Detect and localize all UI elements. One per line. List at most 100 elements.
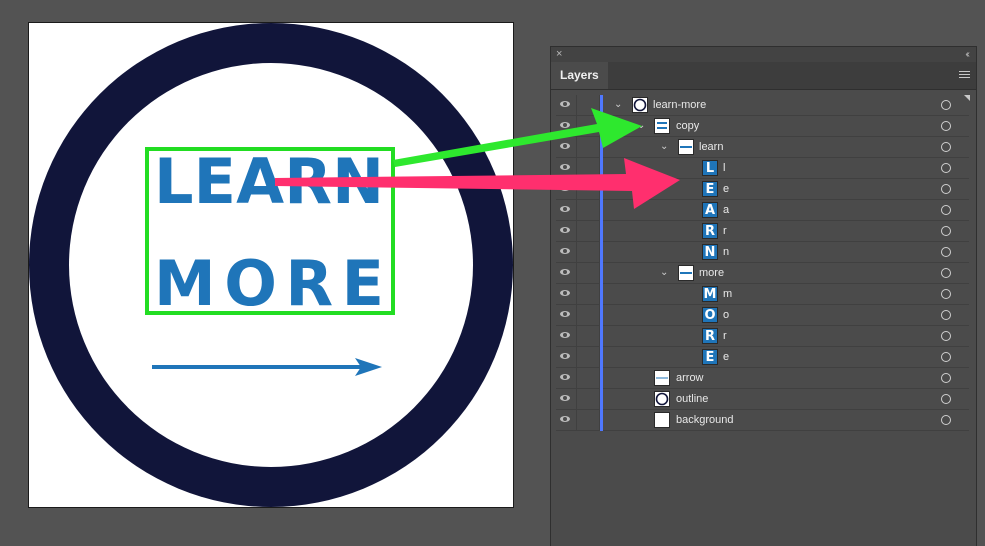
artboard-letter[interactable]: N: [332, 151, 384, 213]
layer-row-a[interactable]: Aa: [556, 200, 969, 221]
artboard-letter[interactable]: M: [154, 253, 216, 315]
visibility-toggle[interactable]: [556, 410, 577, 430]
lock-toggle[interactable]: [577, 116, 600, 136]
visibility-toggle[interactable]: [556, 305, 577, 325]
target-icon[interactable]: [941, 331, 951, 341]
layer-row-e[interactable]: Ee: [556, 347, 969, 368]
layer-row-l[interactable]: Ll: [556, 158, 969, 179]
visibility-toggle[interactable]: [556, 158, 577, 178]
lock-toggle[interactable]: [577, 221, 600, 241]
target-icon[interactable]: [941, 163, 951, 173]
visibility-toggle[interactable]: [556, 179, 577, 199]
visibility-toggle[interactable]: [556, 116, 577, 136]
lock-toggle[interactable]: [577, 179, 600, 199]
layer-thumbnail: [632, 97, 648, 113]
target-icon[interactable]: [941, 226, 951, 236]
target-icon[interactable]: [941, 142, 951, 152]
layer-color-bar: [600, 179, 603, 200]
target-icon[interactable]: [941, 184, 951, 194]
layer-name: learn-more: [653, 99, 707, 111]
layer-thumbnail: R: [702, 223, 718, 239]
eye-icon: [560, 311, 570, 317]
layer-row-learn-more[interactable]: ⌄ learn-more: [556, 95, 969, 116]
layer-row-copy[interactable]: ⌄ copy: [556, 116, 969, 137]
layer-row-r[interactable]: Rr: [556, 326, 969, 347]
target-icon[interactable]: [941, 205, 951, 215]
target-icon[interactable]: [941, 121, 951, 131]
visibility-toggle[interactable]: [556, 221, 577, 241]
lock-toggle[interactable]: [577, 368, 600, 388]
close-icon[interactable]: ×: [556, 47, 562, 62]
visibility-toggle[interactable]: [556, 368, 577, 388]
layer-name: learn: [699, 141, 724, 153]
target-icon[interactable]: [941, 352, 951, 362]
visibility-toggle[interactable]: [556, 95, 577, 115]
lock-toggle[interactable]: [577, 200, 600, 220]
chevron-down-icon[interactable]: ⌄: [660, 267, 668, 279]
visibility-toggle[interactable]: [556, 284, 577, 304]
layer-row-outline[interactable]: outline: [556, 389, 969, 410]
hamburger-icon[interactable]: [959, 71, 970, 80]
eye-icon: [560, 164, 570, 170]
artboard[interactable]: LEARN MORE: [28, 22, 514, 508]
artboard-letter[interactable]: O: [224, 253, 277, 315]
visibility-toggle[interactable]: [556, 326, 577, 346]
lock-toggle[interactable]: [577, 326, 600, 346]
layer-row-m[interactable]: Mm: [556, 284, 969, 305]
learn-word[interactable]: LEARN: [154, 151, 384, 213]
eye-icon: [560, 122, 570, 128]
eye-icon: [560, 185, 570, 191]
arrow-graphic[interactable]: [149, 356, 389, 378]
chevron-down-icon[interactable]: ⌄: [660, 141, 668, 153]
lock-toggle[interactable]: [577, 284, 600, 304]
target-icon[interactable]: [941, 268, 951, 278]
visibility-toggle[interactable]: [556, 137, 577, 157]
layer-name: r: [723, 225, 727, 237]
layer-row-more[interactable]: ⌄ more: [556, 263, 969, 284]
lock-toggle[interactable]: [577, 410, 600, 430]
lock-toggle[interactable]: [577, 158, 600, 178]
more-word[interactable]: MORE: [154, 253, 384, 315]
target-icon[interactable]: [941, 289, 951, 299]
artboard-letter[interactable]: L: [154, 151, 194, 213]
layer-row-background[interactable]: background: [556, 410, 969, 431]
eye-icon: [560, 206, 570, 212]
target-icon[interactable]: [941, 247, 951, 257]
lock-toggle[interactable]: [577, 263, 600, 283]
layer-color-bar: [600, 305, 603, 326]
layer-row-e[interactable]: Ee: [556, 179, 969, 200]
lock-toggle[interactable]: [577, 137, 600, 157]
lock-toggle[interactable]: [577, 95, 600, 115]
lock-toggle[interactable]: [577, 242, 600, 262]
lock-toggle[interactable]: [577, 347, 600, 367]
target-icon[interactable]: [941, 415, 951, 425]
collapse-icon[interactable]: ‹‹: [965, 47, 969, 62]
visibility-toggle[interactable]: [556, 200, 577, 220]
layer-row-learn[interactable]: ⌄ learn: [556, 137, 969, 158]
artboard-letter[interactable]: A: [236, 151, 284, 213]
layer-row-r[interactable]: Rr: [556, 221, 969, 242]
layer-color-bar: [600, 326, 603, 347]
artboard-letter[interactable]: E: [342, 253, 384, 315]
lock-toggle[interactable]: [577, 389, 600, 409]
layer-row-o[interactable]: Oo: [556, 305, 969, 326]
eye-icon: [560, 374, 570, 380]
visibility-toggle[interactable]: [556, 347, 577, 367]
layer-row-arrow[interactable]: arrow: [556, 368, 969, 389]
layer-row-n[interactable]: Nn: [556, 242, 969, 263]
chevron-down-icon[interactable]: ⌄: [637, 120, 645, 132]
chevron-down-icon[interactable]: ⌄: [614, 99, 622, 111]
visibility-toggle[interactable]: [556, 389, 577, 409]
target-icon[interactable]: [941, 100, 951, 110]
target-icon[interactable]: [941, 310, 951, 320]
visibility-toggle[interactable]: [556, 263, 577, 283]
lock-toggle[interactable]: [577, 305, 600, 325]
artboard-letter[interactable]: R: [284, 151, 332, 213]
tab-layers[interactable]: Layers: [551, 62, 608, 89]
eye-icon: [560, 332, 570, 338]
target-icon[interactable]: [941, 394, 951, 404]
artboard-letter[interactable]: R: [285, 253, 333, 315]
visibility-toggle[interactable]: [556, 242, 577, 262]
artboard-letter[interactable]: E: [194, 151, 236, 213]
target-icon[interactable]: [941, 373, 951, 383]
